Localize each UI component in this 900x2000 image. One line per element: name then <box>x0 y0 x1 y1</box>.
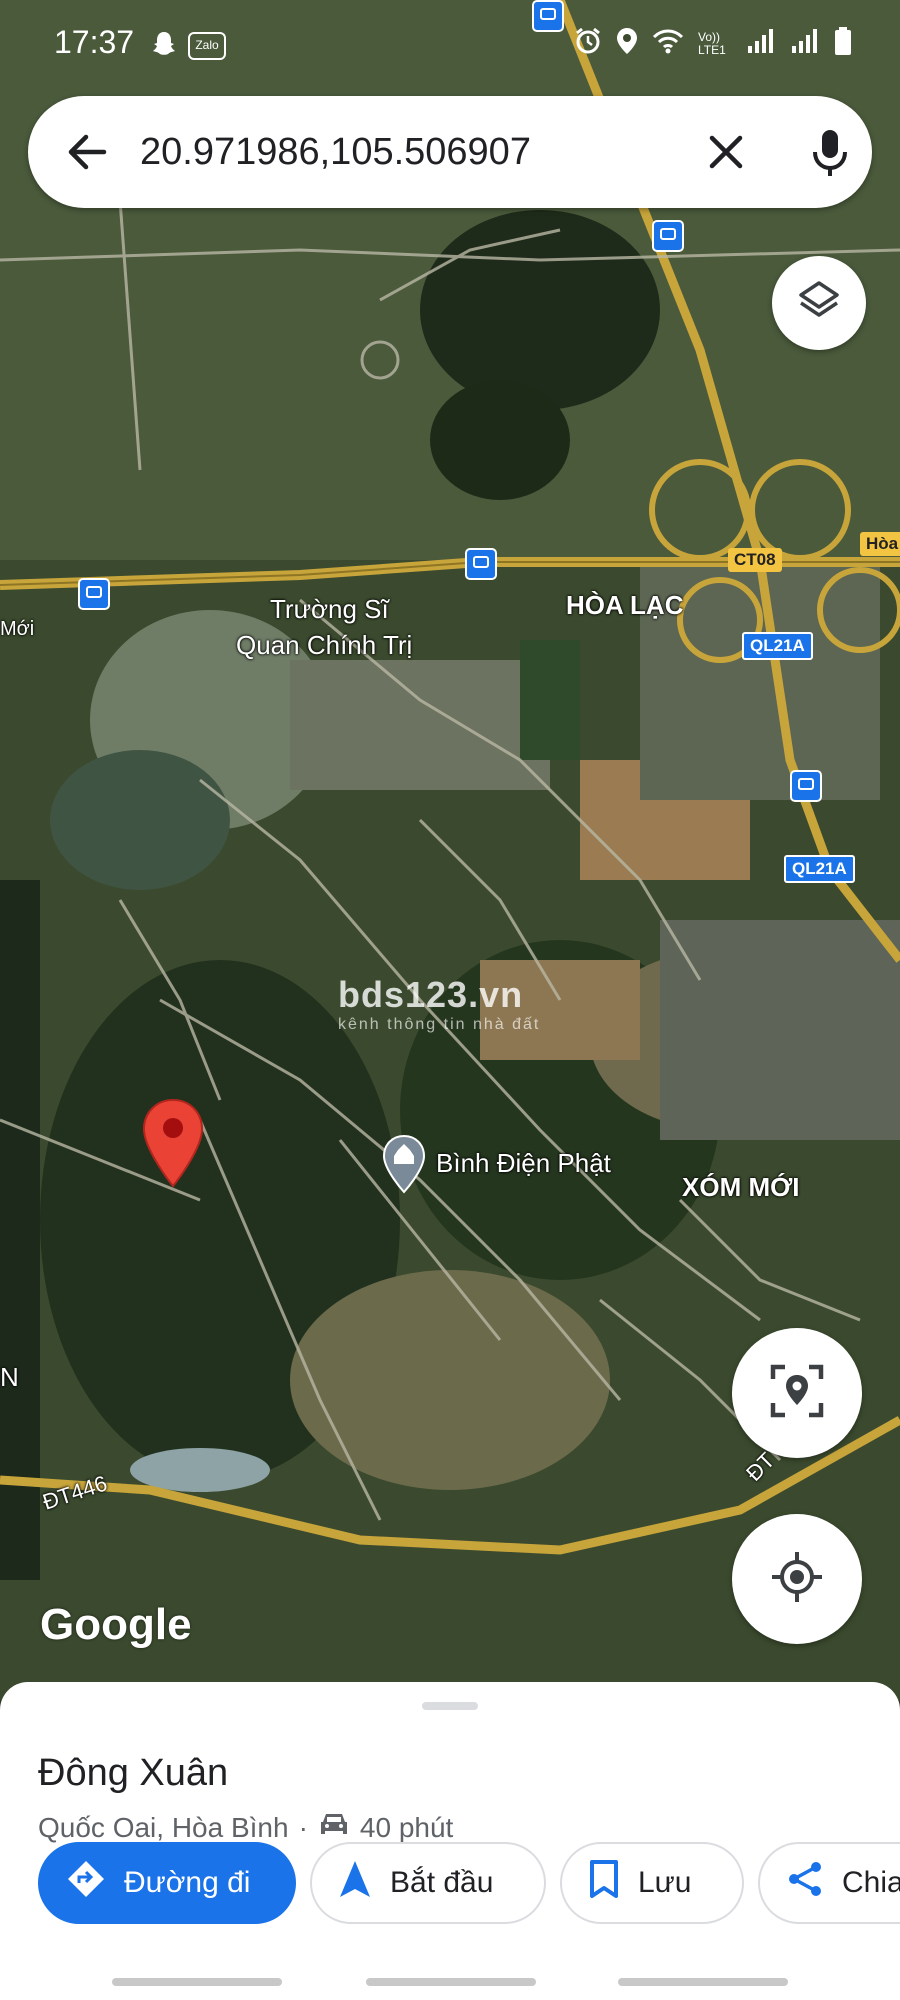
nav-recents-bar[interactable] <box>618 1978 788 1986</box>
road-shield-hoa: Hòa <box>860 532 900 556</box>
bookmark-icon <box>588 1859 620 1907</box>
directions-label: Đường đi <box>124 1866 251 1899</box>
my-location-icon <box>770 1550 824 1609</box>
snapchat-icon <box>152 30 176 56</box>
bus-stop-icon[interactable] <box>78 578 110 610</box>
start-label: Bắt đầu <box>390 1866 494 1899</box>
microphone-icon[interactable] <box>798 120 862 184</box>
back-arrow-icon[interactable] <box>60 124 116 180</box>
separator-dot: · <box>298 1811 308 1843</box>
bus-stop-icon[interactable] <box>465 548 497 580</box>
place-location: Quốc Oai, Hòa Bình <box>38 1811 289 1843</box>
drag-handle[interactable] <box>422 1702 478 1710</box>
map-label-xom-moi[interactable]: XÓM MỚI <box>682 1172 800 1203</box>
bus-stop-icon[interactable] <box>652 220 684 252</box>
road-shield-ct08: CT08 <box>728 548 782 572</box>
drive-time: 40 phút <box>359 1811 454 1843</box>
volte-icon: Vo)) LTE1 <box>698 29 726 57</box>
map-label-truong-si-quan[interactable]: Trường Sĩ <box>270 594 389 625</box>
nav-back-bar[interactable] <box>112 1978 282 1986</box>
car-icon <box>318 1810 350 1845</box>
signal-icon <box>790 28 820 59</box>
close-icon[interactable] <box>698 124 754 180</box>
status-bar: 17:37 Zalo Vo)) LTE1 <box>0 0 900 92</box>
zalo-icon: Zalo <box>188 32 226 60</box>
place-bottom-sheet[interactable]: Đông Xuân Quốc Oai, Hòa Bình · 40 phút Đ… <box>0 1682 900 2000</box>
wifi-icon <box>652 28 684 59</box>
save-button[interactable]: Lưu <box>560 1842 744 1924</box>
save-label: Lưu <box>638 1866 692 1899</box>
road-shield-ql21a: QL21A <box>784 855 855 883</box>
nearby-places-button[interactable] <box>732 1328 862 1458</box>
start-button[interactable]: Bắt đầu <box>310 1842 546 1924</box>
layers-icon <box>797 279 841 328</box>
system-nav-bar <box>0 1968 900 2000</box>
search-input[interactable]: 20.971986,105.506907 <box>140 124 531 180</box>
my-location-button[interactable] <box>732 1514 862 1644</box>
bus-stop-icon[interactable] <box>790 770 822 802</box>
location-icon <box>616 27 638 60</box>
place-subtitle: Quốc Oai, Hòa Bình · 40 phút <box>38 1810 453 1845</box>
watermark: bds123.vn kênh thông tin nhà đất <box>338 974 540 1034</box>
directions-icon <box>66 1859 106 1907</box>
map-label-binh-dien-phat[interactable]: Bình Điện Phật <box>436 1148 611 1179</box>
share-button[interactable]: Chia <box>758 1842 900 1924</box>
watermark-title: bds123.vn <box>338 974 524 1015</box>
share-icon <box>786 1859 824 1907</box>
map-label-moi: Mới <box>0 618 35 640</box>
directions-button[interactable]: Đường đi <box>38 1842 296 1924</box>
watermark-subtitle: kênh thông tin nhà đất <box>338 1016 541 1033</box>
map-label-hoa-lac[interactable]: HÒA LẠC <box>566 590 683 621</box>
road-shield-ql21a: QL21A <box>742 632 813 660</box>
place-scan-icon <box>767 1361 827 1426</box>
poi-temple-pin-icon[interactable] <box>382 1134 426 1194</box>
alarm-icon <box>574 27 602 60</box>
navigation-arrow-icon <box>338 1859 372 1907</box>
map-label-truong-si-quan[interactable]: Quan Chính Trị <box>236 630 412 661</box>
map-label-n: N <box>0 1362 19 1392</box>
share-label: Chia <box>842 1866 900 1899</box>
google-logo: Google <box>40 1600 192 1649</box>
dropped-pin-icon[interactable] <box>142 1098 204 1188</box>
layers-button[interactable] <box>772 256 866 350</box>
nav-home-bar[interactable] <box>366 1978 536 1986</box>
place-title: Đông Xuân <box>38 1752 229 1794</box>
battery-icon <box>834 26 852 61</box>
signal-icon <box>746 28 776 59</box>
search-bar[interactable]: 20.971986,105.506907 <box>28 96 872 208</box>
status-time: 17:37 <box>54 24 135 60</box>
